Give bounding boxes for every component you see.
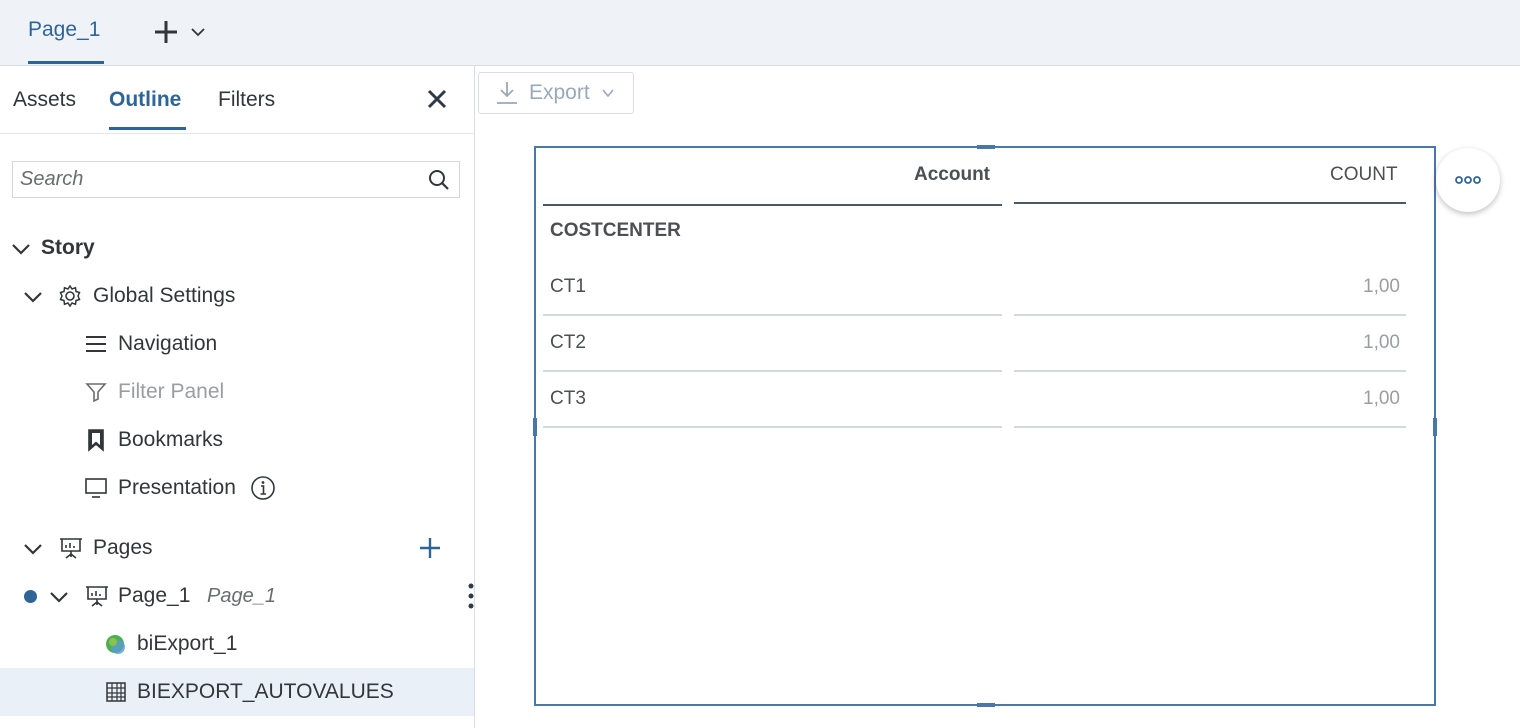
header-rule [1014, 202, 1406, 204]
active-panel-tab-indicator [109, 127, 186, 130]
more-options-button[interactable] [1436, 148, 1500, 212]
column-header-account[interactable]: Account [914, 164, 990, 186]
tree-item-global-settings[interactable]: Global Settings [0, 272, 474, 320]
page-alias-label: Page_1 [207, 584, 276, 607]
monitor-icon [85, 478, 107, 498]
tree-item-pages[interactable]: Pages [0, 524, 474, 572]
tab-outline[interactable]: Outline [109, 88, 181, 112]
tree-item-biexport[interactable]: biExport_1 [0, 620, 474, 668]
table-row-count: 1,00 [1363, 276, 1400, 297]
row-divider [543, 426, 1002, 428]
chevron-down-icon [602, 89, 614, 98]
tree-label: Story [41, 236, 95, 259]
resize-handle-left[interactable] [533, 418, 537, 436]
resize-handle-right[interactable] [1433, 418, 1437, 436]
resize-handle-bottom[interactable] [977, 703, 995, 707]
panel-divider [0, 133, 474, 134]
chevron-down-icon[interactable] [48, 586, 70, 608]
table-icon [106, 682, 126, 702]
row-divider [1014, 314, 1406, 316]
chevron-down-icon[interactable] [22, 286, 44, 308]
bookmark-icon [88, 429, 104, 452]
tree-label: Global Settings [93, 284, 236, 307]
export-label: Export [529, 81, 590, 104]
close-icon[interactable] [424, 86, 450, 112]
row-divider [543, 370, 1002, 372]
tree-label: Presentation [118, 476, 236, 499]
tree-item-biexport-autovalues[interactable]: BIEXPORT_AUTOVALUES [0, 668, 474, 716]
info-icon[interactable] [250, 475, 276, 501]
tab-filters[interactable]: Filters [218, 88, 275, 112]
row-group-label: COSTCENTER [550, 220, 681, 241]
plus-icon [155, 21, 177, 43]
search-input[interactable] [13, 162, 413, 197]
tab-assets[interactable]: Assets [13, 88, 76, 112]
menu-icon [86, 336, 106, 352]
vertical-more-icon[interactable] [467, 582, 475, 610]
tree-label: Page_1 [118, 584, 191, 607]
add-page-icon[interactable] [418, 536, 442, 560]
search-icon[interactable] [427, 168, 451, 192]
search-field [12, 161, 460, 198]
table-row-account: CT1 [550, 276, 586, 297]
outline-panel: Assets Outline Filters Story Global Sett… [0, 66, 475, 728]
table-row-count: 1,00 [1363, 388, 1400, 409]
tab-page-1[interactable]: Page_1 [28, 18, 100, 42]
tree-label: biExport_1 [137, 632, 238, 655]
tree-item-bookmarks[interactable]: Bookmarks [0, 416, 474, 464]
column-header-count[interactable]: COUNT [1330, 164, 1398, 186]
header-rule [543, 204, 1002, 206]
tree-item-story[interactable]: Story [0, 224, 474, 272]
active-tab-indicator [28, 61, 104, 64]
download-icon [497, 82, 517, 104]
tree-label: BIEXPORT_AUTOVALUES [137, 680, 394, 703]
table-widget[interactable]: Account COUNT COSTCENTER CT1 1,00 CT2 1,… [533, 145, 1437, 707]
row-divider [543, 314, 1002, 316]
tree-item-presentation[interactable]: Presentation [0, 464, 474, 512]
gear-icon [59, 284, 81, 308]
chevron-down-icon[interactable] [10, 238, 32, 260]
tree-label: Filter Panel [118, 380, 225, 403]
table-row-count: 1,00 [1363, 332, 1400, 353]
more-horizontal-icon [1455, 176, 1481, 184]
page-tab-bar: Page_1 [0, 0, 1520, 66]
tree-item-filter-panel[interactable]: Filter Panel [0, 368, 474, 416]
current-page-dot-icon [24, 590, 37, 603]
resize-handle-top[interactable] [977, 145, 995, 149]
export-button[interactable]: Export [478, 72, 634, 114]
tree-item-navigation[interactable]: Navigation [0, 320, 474, 368]
tree-label: Bookmarks [118, 428, 224, 451]
presentation-board-icon [60, 538, 82, 559]
chevron-down-icon[interactable] [22, 538, 44, 560]
table-row-account: CT2 [550, 332, 586, 353]
tree-label: Navigation [118, 332, 218, 355]
filter-icon [85, 383, 107, 403]
table-row-account: CT3 [550, 388, 586, 409]
row-divider [1014, 426, 1406, 428]
add-page-button[interactable] [152, 16, 212, 48]
row-divider [1014, 370, 1406, 372]
biexport-widget-icon [106, 635, 125, 654]
tree-item-page-1[interactable]: Page_1 Page_1 [0, 572, 474, 620]
presentation-board-icon [86, 586, 108, 607]
chevron-down-icon[interactable] [188, 22, 208, 42]
tree-label: Pages [93, 536, 153, 559]
